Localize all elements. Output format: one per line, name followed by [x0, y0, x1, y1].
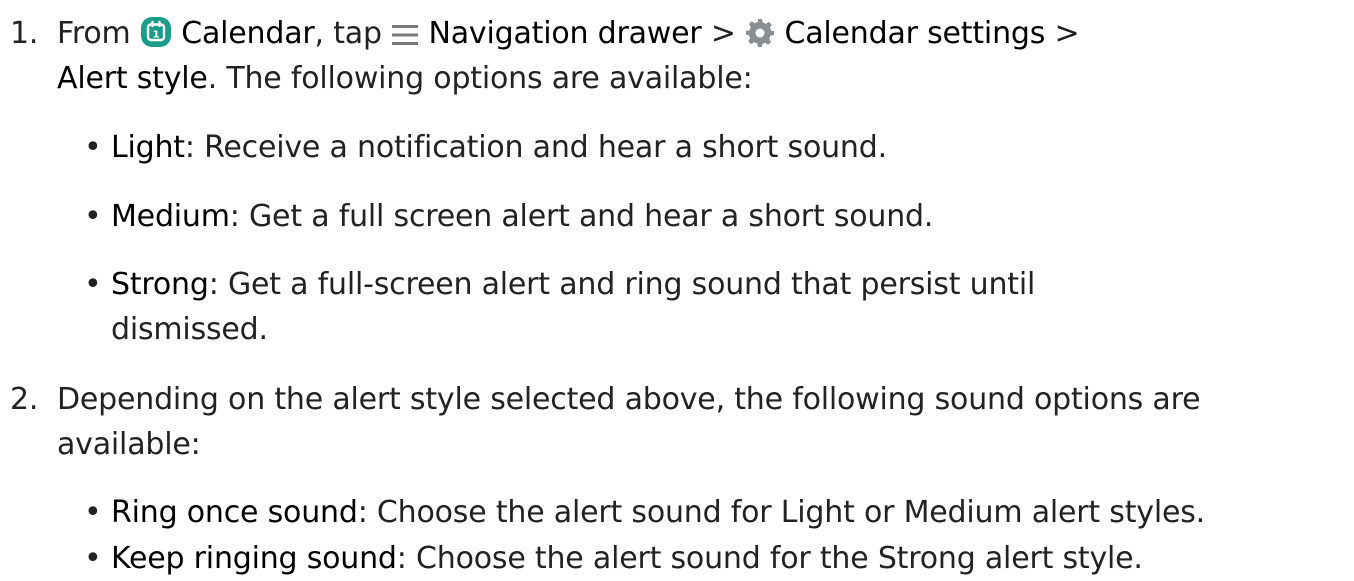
bullet-strong: • Strong: Get a full-screen alert and ri…: [84, 263, 1035, 307]
step-1: 1. From 1 Calendar, tap Navigation drawe…: [10, 10, 1350, 347]
bullet-text: : Get a full screen alert and hear a sho…: [229, 199, 934, 234]
bullet-text: dismissed.: [111, 312, 268, 347]
intro-rest: . The following options are available:: [207, 61, 753, 96]
hamburger-menu-icon: [391, 17, 419, 61]
bullet-light: • Light: Receive a notification and hear…: [84, 126, 887, 170]
bullet-text: : Choose the alert sound for Light or Me…: [357, 495, 1206, 530]
bullet-dot: •: [84, 541, 102, 576]
gear-icon: [745, 17, 775, 61]
bullet-text: : Get a full-screen alert and ring sound…: [208, 267, 1036, 302]
from-text: From: [57, 16, 131, 51]
navigation-drawer-label: Navigation drawer: [428, 16, 702, 51]
bullet-term: Medium: [111, 199, 230, 234]
separator-arrow: >: [710, 16, 736, 51]
step-number: 1.: [10, 16, 39, 51]
document-page: 1. From 1 Calendar, tap Navigation drawe…: [0, 0, 1354, 576]
step-1-line-1: From 1 Calendar, tap Navigation drawer >…: [57, 12, 1080, 61]
bullet-keep-ringing: • Keep ringing sound: Choose the alert s…: [84, 537, 1143, 581]
step-1-line-2: Alert style. The following options are a…: [57, 57, 753, 101]
bullet-dot: •: [84, 130, 102, 165]
tap-text: , tap: [314, 16, 382, 51]
bullet-dot: •: [84, 495, 102, 530]
calendar-settings-label: Calendar settings: [784, 16, 1046, 51]
bullet-term: Light: [111, 130, 185, 165]
calendar-app-icon: 1: [140, 16, 172, 61]
bullet-medium: • Medium: Get a full screen alert and he…: [84, 195, 933, 239]
bullet-term: Ring once sound: [111, 495, 358, 530]
step-2-text: Depending on the alert style selected ab…: [57, 382, 1201, 417]
step-2-line-1: Depending on the alert style selected ab…: [57, 378, 1201, 422]
separator-arrow: >: [1054, 16, 1080, 51]
bullet-term: Strong: [111, 267, 209, 302]
bullet-text: : Choose the alert sound for the Strong …: [396, 541, 1143, 576]
step-2: 2. Depending on the alert style selected…: [10, 376, 1350, 576]
bullet-ring-once: • Ring once sound: Choose the alert soun…: [84, 491, 1205, 535]
step-2-line-2: available:: [57, 423, 201, 467]
bullet-term: Keep ringing sound: [111, 541, 397, 576]
bullet-dot: •: [84, 267, 102, 302]
bullet-strong-continuation: dismissed.: [111, 308, 268, 352]
bullet-dot: •: [84, 199, 102, 234]
bullet-text: : Receive a notification and hear a shor…: [184, 130, 887, 165]
step-2-text: available:: [57, 427, 201, 462]
calendar-app-label: Calendar: [181, 16, 315, 51]
svg-text:1: 1: [152, 30, 159, 41]
step-number: 2.: [10, 382, 39, 417]
alert-style-label: Alert style: [57, 61, 208, 96]
